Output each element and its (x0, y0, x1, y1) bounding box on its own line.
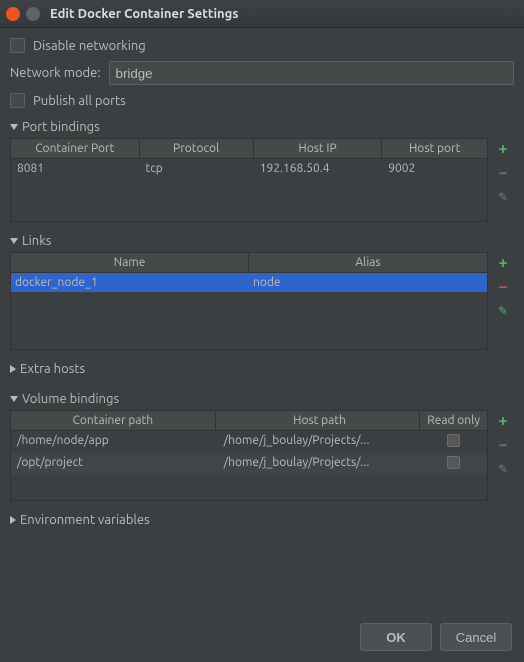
section-header-port-bindings[interactable]: Port bindings (10, 116, 514, 138)
chevron-right-icon (10, 516, 16, 524)
edit-link-button[interactable]: ✎ (494, 302, 512, 320)
edit-volume-button[interactable]: ✎ (494, 460, 512, 478)
col-host-port[interactable]: Host port (382, 139, 487, 158)
table-row[interactable]: /opt/project /home/j_boulay/Projects/... (11, 453, 487, 475)
readonly-checkbox[interactable] (447, 456, 460, 469)
chevron-down-icon (10, 238, 18, 244)
links-table[interactable]: Name Alias docker_node_1 node (10, 252, 488, 350)
window-title: Edit Docker Container Settings (50, 7, 238, 21)
section-title-port-bindings: Port bindings (22, 120, 100, 134)
table-row[interactable]: /home/node/app /home/j_boulay/Projects/.… (11, 431, 487, 453)
disable-networking-checkbox[interactable] (10, 38, 25, 53)
section-title-environment-variables: Environment variables (20, 513, 150, 527)
add-volume-button[interactable]: + (494, 412, 512, 430)
section-header-extra-hosts[interactable]: Extra hosts (10, 358, 514, 380)
chevron-right-icon (10, 365, 16, 373)
ok-button[interactable]: OK (360, 623, 432, 651)
minus-icon: − (498, 165, 507, 181)
remove-link-button[interactable]: − (494, 278, 512, 296)
disable-networking-label: Disable networking (33, 39, 146, 53)
minus-icon: − (498, 279, 507, 295)
chevron-down-icon (10, 396, 18, 402)
remove-volume-button[interactable]: − (494, 436, 512, 454)
col-container-port[interactable]: Container Port (11, 139, 140, 158)
plus-icon: + (498, 413, 507, 429)
col-read-only[interactable]: Read only (420, 411, 487, 430)
remove-port-binding-button[interactable]: − (494, 164, 512, 182)
table-row[interactable]: docker_node_1 node (11, 273, 487, 292)
col-host-ip[interactable]: Host IP (254, 139, 383, 158)
cancel-button[interactable]: Cancel (440, 623, 512, 651)
plus-icon: + (498, 141, 507, 157)
minus-icon: − (498, 437, 507, 453)
pencil-icon: ✎ (498, 190, 508, 204)
plus-icon: + (498, 255, 507, 271)
add-link-button[interactable]: + (494, 254, 512, 272)
section-header-volume-bindings[interactable]: Volume bindings (10, 388, 514, 410)
section-header-links[interactable]: Links (10, 230, 514, 252)
window-close-icon[interactable] (6, 7, 20, 21)
table-row[interactable]: 8081 tcp 192.168.50.4 9002 (11, 159, 487, 178)
add-port-binding-button[interactable]: + (494, 140, 512, 158)
col-link-alias[interactable]: Alias (249, 253, 487, 272)
chevron-down-icon (10, 124, 18, 130)
col-protocol[interactable]: Protocol (140, 139, 254, 158)
section-title-links: Links (22, 234, 51, 248)
readonly-checkbox[interactable] (447, 434, 460, 447)
volume-bindings-table[interactable]: Container path Host path Read only /home… (10, 410, 488, 501)
col-link-name[interactable]: Name (11, 253, 249, 272)
section-title-volume-bindings: Volume bindings (22, 392, 119, 406)
window-minimize-icon[interactable] (26, 7, 40, 21)
pencil-icon: ✎ (498, 304, 508, 318)
col-host-path[interactable]: Host path (216, 411, 421, 430)
network-mode-label: Network mode: (10, 66, 101, 80)
edit-port-binding-button[interactable]: ✎ (494, 188, 512, 206)
port-bindings-table[interactable]: Container Port Protocol Host IP Host por… (10, 138, 488, 222)
publish-all-ports-label: Publish all ports (33, 94, 126, 108)
publish-all-ports-checkbox[interactable] (10, 93, 25, 108)
pencil-icon: ✎ (498, 462, 508, 476)
network-mode-input[interactable] (109, 61, 514, 85)
col-container-path[interactable]: Container path (11, 411, 216, 430)
section-header-environment-variables[interactable]: Environment variables (10, 509, 514, 531)
section-title-extra-hosts: Extra hosts (20, 362, 85, 376)
